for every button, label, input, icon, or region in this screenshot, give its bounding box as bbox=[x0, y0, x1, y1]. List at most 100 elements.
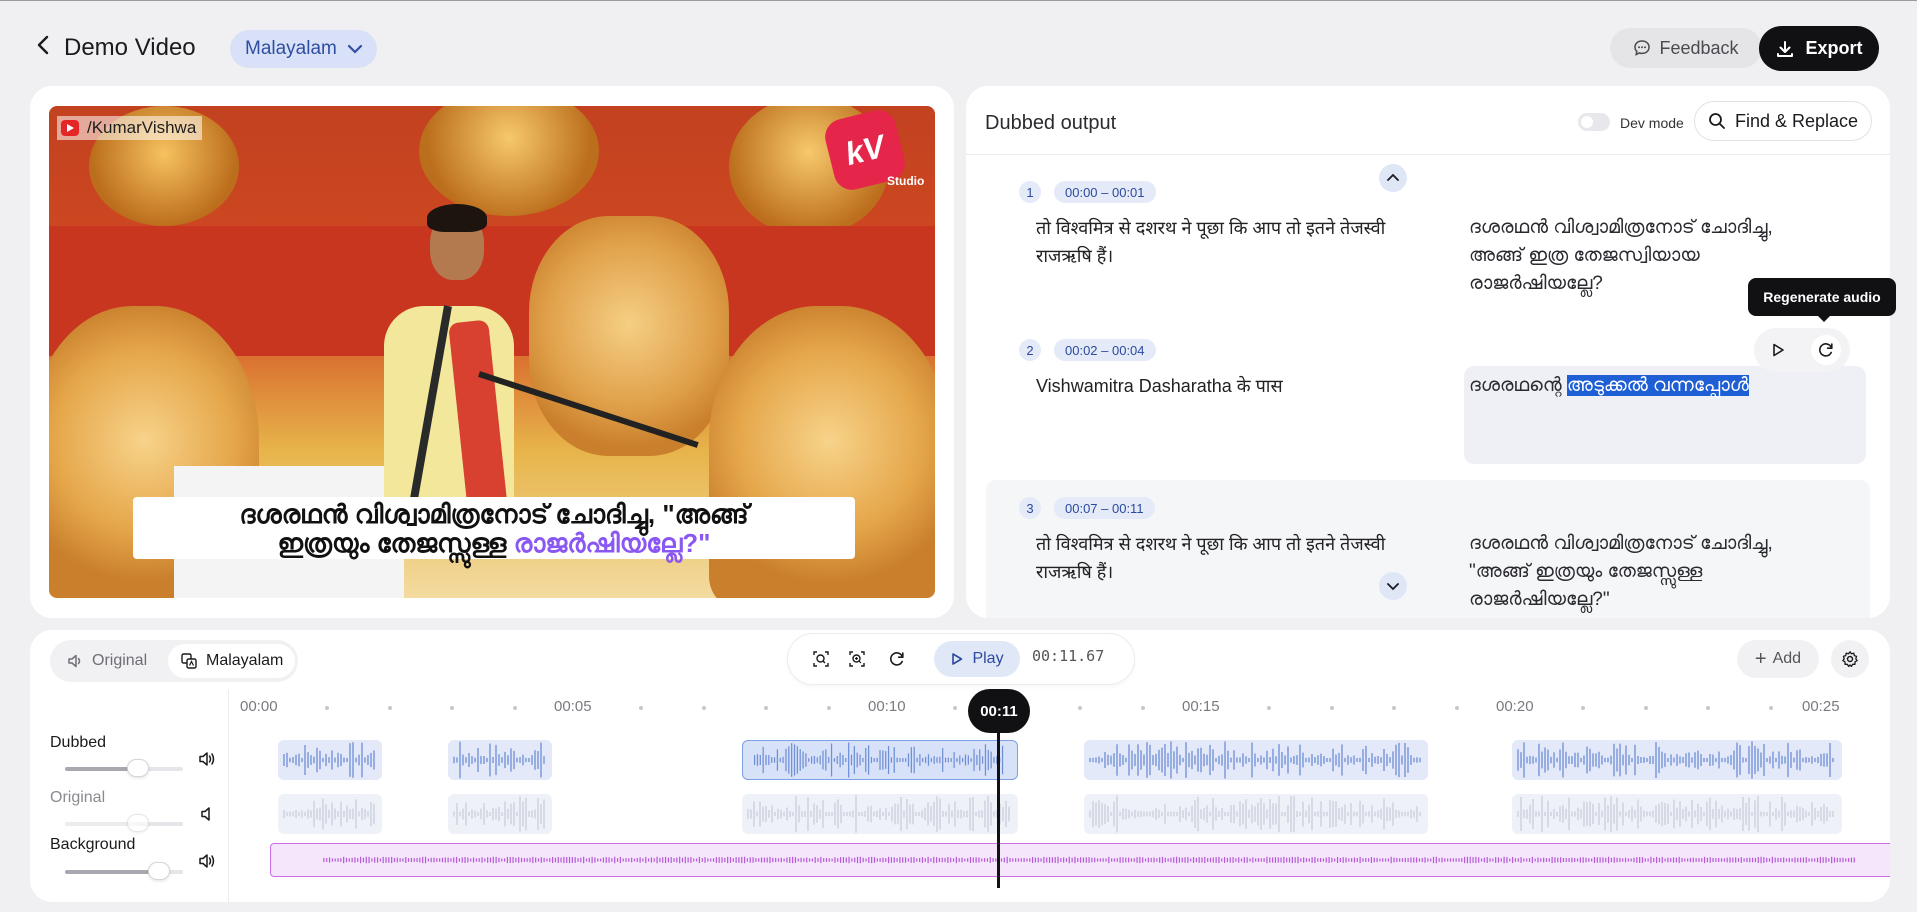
segment-timestamp[interactable]: 00:02 – 00:04 bbox=[1054, 339, 1156, 361]
playhead-handle[interactable]: 00:11 bbox=[968, 689, 1030, 733]
waveform bbox=[1517, 741, 1834, 779]
waveform bbox=[453, 796, 545, 832]
scroll-down-button[interactable] bbox=[1379, 572, 1407, 600]
segment-source-text: Vishwamitra Dasharatha के पास bbox=[1036, 376, 1283, 396]
time-ruler[interactable]: 00:00 00:05 00:10 00:15 00:20 00:25 bbox=[240, 698, 1880, 718]
tick-dot bbox=[1706, 706, 1711, 710]
dubbed-clip[interactable] bbox=[448, 740, 552, 780]
regenerate-audio-button[interactable] bbox=[1811, 335, 1841, 365]
tick-dot bbox=[387, 706, 392, 710]
volume-slider-thumb[interactable] bbox=[127, 759, 150, 777]
export-button[interactable]: Export bbox=[1759, 26, 1879, 71]
segment-target-text[interactable]: ദശരഥൻ വിശ്വാമിത്രനോട് ചോദിച്ചു, "അങ്ങ് ഇ… bbox=[1469, 530, 1829, 614]
tick-dot bbox=[1078, 706, 1083, 710]
play-icon bbox=[1773, 343, 1784, 357]
speaker-icon bbox=[68, 654, 81, 668]
gear-icon bbox=[1842, 651, 1858, 668]
background-audio-clip[interactable] bbox=[270, 843, 1890, 877]
current-time-readout: 00:11.67 bbox=[1032, 647, 1105, 665]
video-backdrop-statue bbox=[419, 106, 599, 216]
language-label: Malayalam bbox=[245, 38, 337, 59]
kv-studio-logo-sub: Studio bbox=[887, 174, 925, 188]
volume-slider-thumb[interactable] bbox=[127, 814, 150, 832]
tick-dot bbox=[1266, 706, 1271, 710]
chat-bubble-icon bbox=[1634, 40, 1651, 56]
volume-slider-thumb[interactable] bbox=[148, 862, 171, 880]
mute-original-button[interactable] bbox=[196, 803, 218, 825]
speaker-icon bbox=[199, 752, 215, 766]
track-label-background: Background bbox=[50, 836, 136, 853]
tick-label: 00:25 bbox=[1802, 698, 1840, 715]
dubbed-clip-selected[interactable] bbox=[742, 740, 1018, 780]
dubbed-clip[interactable] bbox=[278, 740, 382, 780]
mute-dubbed-button[interactable] bbox=[196, 748, 218, 770]
back-arrow-icon[interactable] bbox=[34, 34, 54, 56]
segment-index: 1 bbox=[1019, 181, 1041, 203]
segment-index: 3 bbox=[1019, 497, 1041, 519]
language-dropdown[interactable]: Malayalam bbox=[230, 30, 377, 68]
feedback-label: Feedback bbox=[1659, 37, 1739, 58]
tick-dot bbox=[638, 706, 643, 710]
waveform bbox=[453, 741, 545, 779]
play-button[interactable]: Play bbox=[934, 641, 1020, 677]
tick-dot bbox=[1643, 706, 1648, 710]
volume-slider-background[interactable] bbox=[65, 862, 183, 880]
original-clip[interactable] bbox=[1084, 794, 1428, 834]
speaker-muted-icon bbox=[201, 807, 210, 821]
waveform bbox=[323, 856, 1855, 864]
audio-mode-switch: Original Malayalam bbox=[50, 640, 298, 682]
mute-background-button[interactable] bbox=[196, 850, 218, 872]
track-label-original: Original bbox=[50, 789, 106, 806]
mode-malayalam-button[interactable]: Malayalam bbox=[168, 644, 296, 678]
dubbed-clip[interactable] bbox=[1084, 740, 1428, 780]
tick-dot bbox=[1141, 706, 1146, 710]
volume-slider-original[interactable] bbox=[65, 814, 183, 832]
dev-mode-toggle[interactable] bbox=[1578, 113, 1610, 131]
dubbed-clip[interactable] bbox=[1512, 740, 1842, 780]
zoom-out-icon bbox=[813, 651, 829, 667]
feedback-button[interactable]: Feedback bbox=[1610, 28, 1762, 68]
segment-index: 2 bbox=[1019, 339, 1041, 361]
waveform bbox=[283, 798, 375, 830]
dubbed-output-panel: Dubbed output Dev mode Find & Replace 1 … bbox=[966, 86, 1890, 618]
subtitle-current-word: രാജർഷിയല്ലേ?" bbox=[513, 528, 711, 558]
original-clip[interactable] bbox=[1512, 794, 1842, 834]
search-icon bbox=[1709, 113, 1725, 129]
dev-mode-label: Dev mode bbox=[1620, 115, 1684, 131]
tick-label: 00:10 bbox=[868, 698, 906, 715]
zoom-in-button[interactable] bbox=[842, 644, 872, 674]
original-clip[interactable] bbox=[278, 794, 382, 834]
tick-label: 00:20 bbox=[1496, 698, 1534, 715]
tick-dot bbox=[450, 706, 455, 710]
find-replace-button[interactable]: Find & Replace bbox=[1694, 101, 1872, 141]
subtitle-line-2: ഇത്രയും തേജസ്സുള്ള രാജർഷിയല്ലേ?" bbox=[277, 528, 711, 558]
video-player[interactable]: /KumarVishwa kV Studio ദശരഥൻ വിശ്വാമിത്ര… bbox=[49, 106, 935, 598]
subtitle-line-1: ദശരഥൻ വിശ്വാമിത്രനോട് ചോദിച്ചു, "അങ്ങ് bbox=[239, 499, 749, 529]
find-replace-label: Find & Replace bbox=[1734, 110, 1859, 131]
playback-controls: Play 00:11.67 bbox=[788, 634, 1134, 684]
tick-dot bbox=[1455, 706, 1460, 710]
segment-target-text[interactable]: ദശരഥന്റെ അടുക്കൽ വന്നപ്പോൾ bbox=[1469, 372, 1829, 400]
segment-row[interactable]: 1 00:00 – 00:01 तो विश्वमित्र से दशरथ ने… bbox=[986, 164, 1870, 314]
waveform bbox=[1517, 796, 1834, 832]
refresh-icon bbox=[1819, 343, 1833, 357]
track-header-divider bbox=[228, 690, 229, 902]
tick-dot bbox=[1392, 706, 1397, 710]
segment-row-active[interactable]: 3 00:07 – 00:11 तो विश्वमित्र से दशरथ ने… bbox=[986, 480, 1870, 618]
play-segment-button[interactable] bbox=[1763, 335, 1793, 365]
mode-original-button[interactable]: Original bbox=[54, 644, 159, 678]
volume-slider-dubbed[interactable] bbox=[65, 759, 183, 777]
original-clip[interactable] bbox=[448, 794, 552, 834]
add-button[interactable]: + Add bbox=[1737, 640, 1819, 678]
chevron-down-icon bbox=[1387, 583, 1399, 591]
segment-timestamp[interactable]: 00:00 – 00:01 bbox=[1054, 181, 1156, 203]
zoom-out-button[interactable] bbox=[806, 644, 836, 674]
loop-button[interactable] bbox=[882, 644, 912, 674]
tick-dot bbox=[324, 706, 329, 710]
original-clip[interactable] bbox=[742, 794, 1018, 834]
segment-timestamp[interactable]: 00:07 – 00:11 bbox=[1054, 497, 1155, 519]
segment-row[interactable]: 2 00:02 – 00:04 Vishwamitra Dasharatha क… bbox=[986, 322, 1870, 472]
dubbed-output-title: Dubbed output bbox=[985, 112, 1117, 134]
timeline-settings-button[interactable] bbox=[1831, 640, 1869, 678]
waveform bbox=[753, 742, 1004, 778]
